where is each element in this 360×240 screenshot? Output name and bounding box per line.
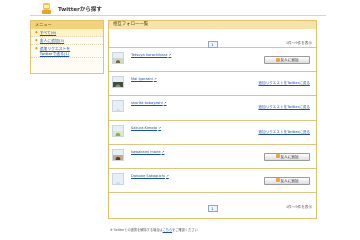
user-name[interactable]: Mai Igarashi bbox=[131, 77, 153, 81]
pager-bottom: 1 bbox=[109, 193, 316, 213]
external-link-icon: ↗ bbox=[165, 173, 169, 178]
footnote-tail: をご確認ください bbox=[172, 228, 198, 232]
send-request-link[interactable]: 追加リクエストをTwitterに送る bbox=[258, 130, 310, 135]
sidebar-heading: メニュー bbox=[31, 21, 103, 29]
add-friend-button[interactable]: 友人に追加 bbox=[264, 176, 310, 185]
add-friend-label: 友人に追加 bbox=[280, 178, 299, 183]
footnote-text: ※ Twitterとの連携を解除する場合は bbox=[110, 228, 163, 232]
user-list: Tetsuya horachibara↗ 友人に追加 Mai Igarashi↗ 追加… bbox=[109, 47, 316, 194]
sidebar-item-label[interactable]: すべて(9) bbox=[40, 30, 56, 35]
footnote: ※ Twitterとの連携を解除する場合はこちらをご確認ください bbox=[110, 227, 198, 232]
user-name-link[interactable]: shorita kobayashi↗ bbox=[131, 101, 167, 105]
add-friend-icon bbox=[275, 57, 280, 62]
sidebar-menu: メニュー ◆ すべて(9) ◆ 友人に追加(3) ◆ 追加リクエストを Twit… bbox=[30, 20, 104, 74]
external-link-icon: ↗ bbox=[153, 77, 157, 82]
user-name[interactable]: Tetsuya horachibara bbox=[131, 53, 167, 57]
page-title: Twitterから探す bbox=[58, 7, 102, 13]
bullet-icon: ◆ bbox=[35, 38, 38, 42]
user-name-link[interactable]: Tetsuya horachibara↗ bbox=[131, 53, 171, 57]
send-request-link[interactable]: 追加リクエストをTwitterに送る bbox=[258, 81, 310, 86]
header-divider bbox=[30, 15, 326, 16]
external-link-icon: ↗ bbox=[161, 149, 165, 154]
add-friend-icon bbox=[275, 154, 280, 159]
user-row: Tetsuya horachibara↗ 友人に追加 bbox=[109, 48, 316, 73]
sidebar-item-label-wrap[interactable]: 追加リクエストを Twitterで送る(1) bbox=[40, 46, 70, 56]
sidebar-item-label-line2[interactable]: Twitterで送る(1) bbox=[40, 51, 70, 56]
user-name-link[interactable]: Daisuke Sakaguchi↗ bbox=[131, 174, 169, 178]
user-avatar[interactable] bbox=[112, 76, 124, 89]
page-header: Twitterから探す bbox=[30, 3, 326, 15]
user-avatar[interactable] bbox=[112, 52, 124, 64]
add-friend-icon bbox=[275, 178, 280, 183]
add-friend-label: 友人に追加 bbox=[280, 154, 299, 159]
page-number-button[interactable]: 1 bbox=[207, 205, 218, 213]
footnote-link[interactable]: こちら bbox=[163, 228, 173, 232]
page-number-button[interactable]: 1 bbox=[207, 41, 218, 48]
user-avatar[interactable] bbox=[112, 148, 124, 161]
user-name-link[interactable]: Mai Igarashi↗ bbox=[131, 77, 157, 81]
pager-top: 1 bbox=[109, 29, 316, 48]
bullet-icon: ◆ bbox=[35, 30, 38, 34]
page-logo-icon bbox=[42, 3, 51, 14]
user-row: Mai Igarashi↗ 追加リクエストをTwitterに送る bbox=[109, 72, 316, 97]
mutual-follow-panel: 相互フォロー一覧 1 1件～9件を表示 Tetsuya horachibara↗… bbox=[108, 20, 317, 219]
user-row: Sakura Kimoto↗ 追加リクエストをTwitterに送る bbox=[109, 121, 316, 145]
bullet-icon: ◆ bbox=[35, 46, 38, 50]
send-request-link[interactable]: 追加リクエストをTwitterに送る bbox=[258, 105, 310, 110]
user-name[interactable]: Daisuke Sakaguchi bbox=[131, 174, 165, 178]
user-row: Daisuke Sakaguchi↗ 友人に追加 bbox=[109, 169, 316, 194]
user-avatar[interactable] bbox=[112, 100, 124, 113]
user-avatar[interactable] bbox=[112, 172, 124, 185]
user-name-link[interactable]: Sakura Kimoto↗ bbox=[131, 126, 161, 130]
user-avatar[interactable] bbox=[112, 124, 124, 137]
user-row: kawakami marie↗ 友人に追加 bbox=[109, 144, 316, 169]
sidebar-item-all[interactable]: ◆ すべて(9) bbox=[31, 29, 103, 37]
external-link-icon: ↗ bbox=[158, 125, 162, 130]
external-link-icon: ↗ bbox=[163, 101, 167, 106]
add-friend-button[interactable]: 友人に追加 bbox=[264, 152, 310, 161]
panel-heading: 相互フォロー一覧 bbox=[109, 21, 316, 29]
external-link-icon: ↗ bbox=[168, 53, 172, 57]
user-name[interactable]: shorita kobayashi bbox=[131, 101, 163, 105]
add-friend-button[interactable]: 友人に追加 bbox=[264, 56, 310, 64]
sidebar-item-label[interactable]: 友人に追加(3) bbox=[40, 38, 64, 43]
user-name-link[interactable]: kawakami marie↗ bbox=[131, 150, 164, 154]
sidebar-item-added-friends[interactable]: ◆ 友人に追加(3) bbox=[31, 37, 103, 45]
sidebar-item-requests[interactable]: ◆ 追加リクエストを Twitterで送る(1) bbox=[31, 45, 103, 58]
user-name[interactable]: Sakura Kimoto bbox=[131, 126, 157, 130]
user-row: shorita kobayashi↗ 追加リクエストをTwitterに送る bbox=[109, 96, 316, 121]
add-friend-label: 友人に追加 bbox=[280, 58, 299, 62]
user-name[interactable]: kawakami marie bbox=[131, 150, 161, 154]
